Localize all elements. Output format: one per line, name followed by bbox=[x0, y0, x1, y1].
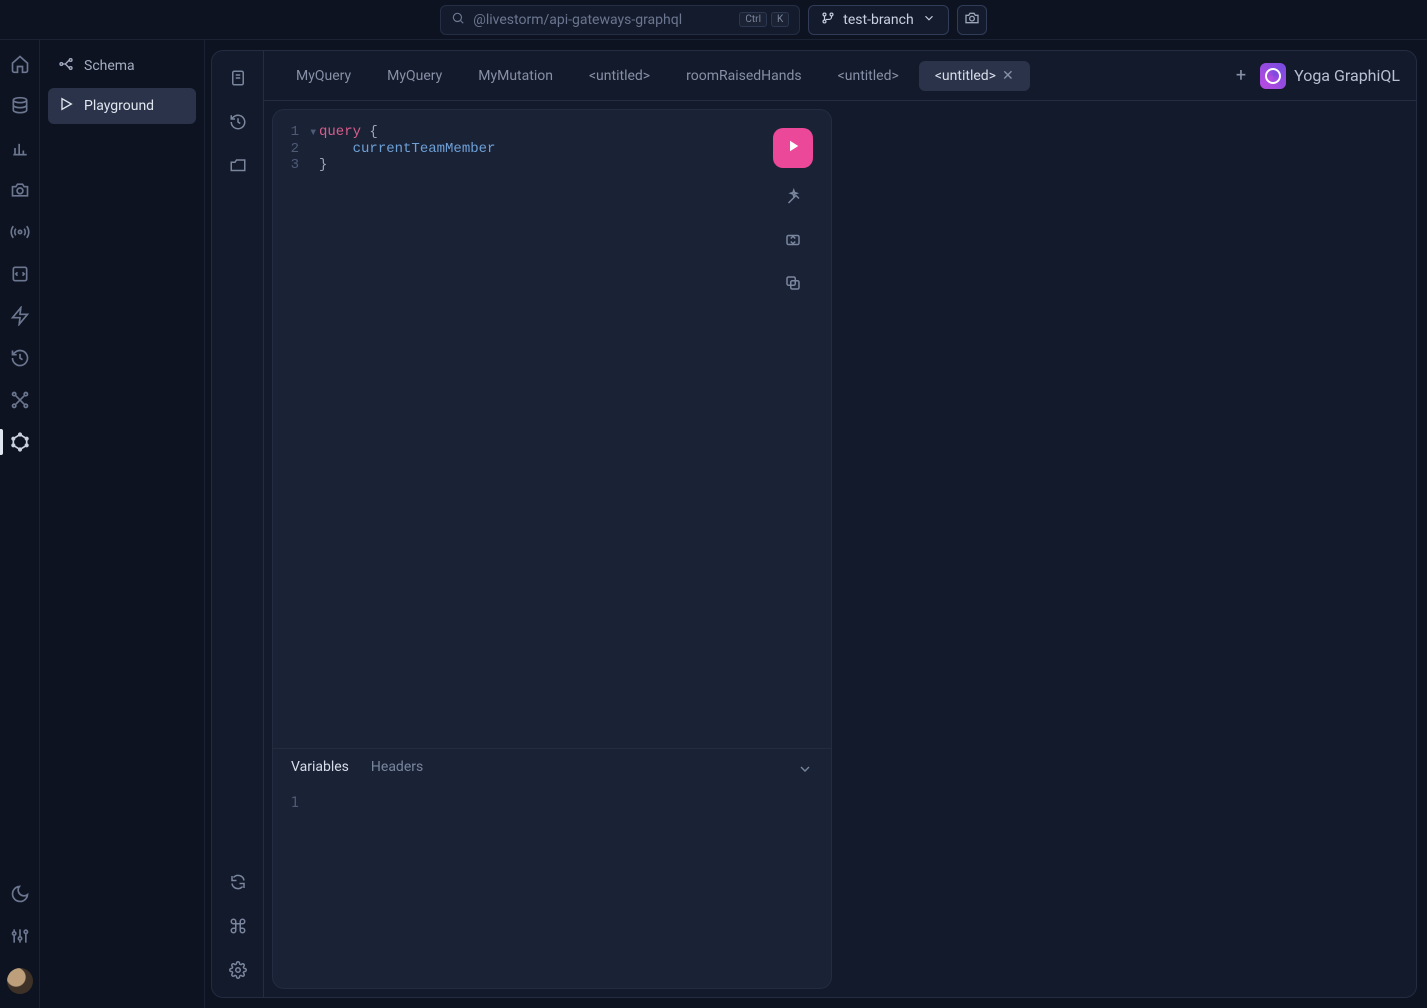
tabs: MyQuery MyQuery MyMutation <untitled> roomRa… bbox=[280, 61, 1222, 91]
fold-toggle bbox=[309, 141, 319, 157]
history-button[interactable] bbox=[229, 113, 247, 131]
branch-selector[interactable]: test-branch bbox=[808, 5, 948, 35]
editor-toolbar bbox=[773, 128, 813, 297]
primary-nav-rail bbox=[0, 40, 40, 1008]
tabbar: MyQuery MyQuery MyMutation <untitled> roomRa… bbox=[264, 51, 1416, 101]
body: Schema Playground bbox=[0, 40, 1427, 1008]
tab[interactable]: <untitled> bbox=[822, 61, 915, 91]
tab-label: roomRaisedHands bbox=[686, 68, 802, 84]
tab-label: MyMutation bbox=[478, 68, 553, 84]
nav-broadcast[interactable] bbox=[10, 222, 30, 242]
search-text: @livestorm/api-gateways-graphql bbox=[473, 12, 682, 28]
line-number: 1 bbox=[273, 795, 309, 811]
shortcuts-button[interactable] bbox=[229, 917, 247, 935]
search-shortcut: Ctrl K bbox=[739, 12, 789, 27]
code-content: currentTeamMember bbox=[319, 141, 495, 157]
query-editor[interactable]: 1▾query { 2 currentTeamMember 3} bbox=[273, 110, 831, 748]
camera-icon bbox=[964, 10, 980, 30]
line-number: 2 bbox=[273, 141, 309, 157]
code-content: query { bbox=[319, 124, 378, 141]
merge-button[interactable] bbox=[784, 231, 802, 254]
play-icon bbox=[58, 96, 74, 116]
yoga-logo-icon bbox=[1260, 63, 1286, 89]
topbar: @livestorm/api-gateways-graphql Ctrl K t… bbox=[0, 0, 1427, 40]
nav-energy[interactable] bbox=[10, 306, 30, 326]
playground-main: MyQuery MyQuery MyMutation <untitled> roomRa… bbox=[264, 51, 1416, 997]
tab[interactable]: <untitled> ✕ bbox=[919, 61, 1030, 91]
tab[interactable]: roomRaisedHands bbox=[670, 61, 818, 91]
explorer-button[interactable] bbox=[229, 157, 247, 175]
sidebar-item-label: Schema bbox=[84, 58, 135, 74]
nav-theme[interactable] bbox=[10, 884, 30, 904]
sidebar-item-playground[interactable]: Playground bbox=[48, 88, 196, 124]
collapse-vars-button[interactable] bbox=[797, 761, 813, 781]
sidebar-item-schema[interactable]: Schema bbox=[48, 48, 196, 84]
variables-editor[interactable]: 1 bbox=[273, 783, 831, 988]
search-icon bbox=[451, 11, 465, 29]
line-number: 3 bbox=[273, 157, 309, 173]
playground-rail bbox=[212, 51, 264, 997]
global-search[interactable]: @livestorm/api-gateways-graphql Ctrl K bbox=[440, 5, 800, 35]
app-root: @livestorm/api-gateways-graphql Ctrl K t… bbox=[0, 0, 1427, 1008]
run-button[interactable] bbox=[773, 128, 813, 168]
nav-graphql[interactable] bbox=[10, 432, 30, 452]
prettify-button[interactable] bbox=[784, 188, 802, 211]
vars-tab[interactable]: Variables bbox=[291, 759, 349, 783]
nav-history[interactable] bbox=[10, 348, 30, 368]
variables-tabs: Variables Headers bbox=[291, 759, 423, 783]
vars-tab[interactable]: Headers bbox=[371, 759, 423, 783]
stage: MyQuery MyQuery MyMutation <untitled> roomRa… bbox=[205, 40, 1427, 1008]
nav-connections[interactable] bbox=[10, 390, 30, 410]
secondary-nav: Schema Playground bbox=[40, 40, 205, 1008]
tab[interactable]: MyQuery bbox=[280, 61, 367, 91]
nav-home[interactable] bbox=[10, 54, 30, 74]
variables-panel: Variables Headers 1 bbox=[273, 748, 831, 988]
add-tab-button[interactable]: + bbox=[1226, 61, 1256, 90]
plus-icon: + bbox=[1236, 65, 1246, 86]
tab-label: MyQuery bbox=[387, 68, 442, 84]
kbd-k: K bbox=[771, 12, 789, 27]
playground-container: MyQuery MyQuery MyMutation <untitled> roomRa… bbox=[211, 50, 1417, 998]
tab-label: <untitled> bbox=[935, 68, 996, 84]
sidebar-item-label: Playground bbox=[84, 98, 154, 114]
copy-button[interactable] bbox=[784, 274, 802, 297]
branch-label: test-branch bbox=[843, 12, 913, 28]
chevron-down-icon bbox=[797, 765, 813, 781]
brand-label: Yoga GraphiQL bbox=[1294, 66, 1400, 85]
nav-media[interactable] bbox=[10, 180, 30, 200]
branch-icon bbox=[821, 11, 835, 29]
brand: Yoga GraphiQL bbox=[1260, 63, 1400, 89]
user-avatar[interactable] bbox=[7, 968, 33, 994]
tab[interactable]: <untitled> bbox=[573, 61, 666, 91]
line-number: 1 bbox=[273, 124, 309, 141]
docs-button[interactable] bbox=[229, 69, 247, 87]
editor-panel: 1▾query {2 currentTeamMember3} bbox=[272, 109, 832, 989]
fold-toggle[interactable]: ▾ bbox=[309, 124, 319, 141]
nav-code[interactable] bbox=[10, 264, 30, 284]
refresh-button[interactable] bbox=[229, 873, 247, 891]
tab-label: <untitled> bbox=[589, 68, 650, 84]
schema-icon bbox=[58, 56, 74, 76]
pg-settings-button[interactable] bbox=[229, 961, 247, 979]
fold-toggle bbox=[309, 157, 319, 173]
kbd-ctrl: Ctrl bbox=[739, 12, 767, 27]
tab-label: <untitled> bbox=[838, 68, 899, 84]
screenshot-button[interactable] bbox=[957, 5, 987, 35]
code-content: } bbox=[319, 157, 327, 173]
play-fill-icon bbox=[784, 137, 802, 160]
tab[interactable]: MyMutation bbox=[462, 61, 569, 91]
result-panel bbox=[840, 109, 1408, 989]
nav-database[interactable] bbox=[10, 96, 30, 116]
tab[interactable]: MyQuery bbox=[371, 61, 458, 91]
nav-analytics[interactable] bbox=[10, 138, 30, 158]
nav-settings[interactable] bbox=[10, 926, 30, 946]
editor-split: 1▾query {2 currentTeamMember3} bbox=[264, 101, 1416, 997]
close-icon[interactable]: ✕ bbox=[1002, 68, 1014, 84]
tab-label: MyQuery bbox=[296, 68, 351, 84]
chevron-down-icon bbox=[922, 11, 936, 29]
